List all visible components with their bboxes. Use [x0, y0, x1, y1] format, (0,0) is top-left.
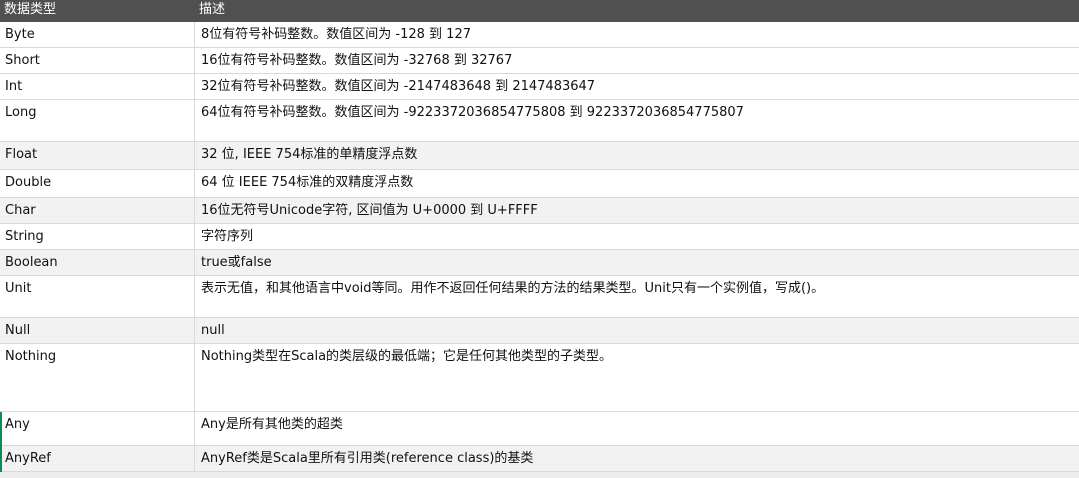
type-cell: Double [0, 170, 195, 197]
description-cell: 16位无符号Unicode字符, 区间值为 U+0000 到 U+FFFF [201, 203, 538, 218]
type-cell: String [0, 224, 195, 249]
table-row: Long 64位有符号补码整数。数值区间为 -92233720368547758… [0, 100, 1079, 142]
table-row: Float 32 位, IEEE 754标准的单精度浮点数 [0, 142, 1079, 170]
table-row: Char 16位无符号Unicode字符, 区间值为 U+0000 到 U+FF… [0, 198, 1079, 224]
description-cell: 16位有符号补码整数。数值区间为 -32768 到 32767 [201, 53, 513, 68]
table-header: 数据类型 描述 [0, 0, 1079, 20]
header-description: 描述 [199, 2, 226, 17]
bottom-strip [0, 472, 1079, 478]
description-cell: 8位有符号补码整数。数值区间为 -128 到 127 [201, 27, 471, 42]
data-types-table: 数据类型 描述 Byte 8位有符号补码整数。数值区间为 -128 到 127 … [0, 0, 1079, 478]
table-row: Double 64 位 IEEE 754标准的双精度浮点数 [0, 170, 1079, 198]
description-cell: Nothing类型在Scala的类层级的最低端；它是任何其他类型的子类型。 [201, 349, 613, 364]
description-cell: 64 位 IEEE 754标准的双精度浮点数 [201, 175, 414, 190]
table-row: Unit 表示无值，和其他语言中void等同。用作不返回任何结果的方法的结果类型… [0, 276, 1079, 318]
table-row: Any Any是所有其他类的超类 [0, 412, 1079, 446]
table-row: Short 16位有符号补码整数。数值区间为 -32768 到 32767 [0, 48, 1079, 74]
type-cell: Float [0, 142, 195, 169]
left-accent-edge [0, 412, 2, 478]
description-cell: null [201, 323, 225, 338]
description-cell: true或false [201, 255, 272, 270]
table-row: Nothing Nothing类型在Scala的类层级的最低端；它是任何其他类型… [0, 344, 1079, 412]
description-cell: 32 位, IEEE 754标准的单精度浮点数 [201, 147, 418, 162]
type-cell: Any [0, 412, 195, 445]
description-cell: 64位有符号补码整数。数值区间为 -9223372036854775808 到 … [201, 105, 744, 120]
type-cell: Nothing [0, 344, 195, 411]
table-row: Int 32位有符号补码整数。数值区间为 -2147483648 到 21474… [0, 74, 1079, 100]
type-cell: Char [0, 198, 195, 223]
description-cell: Any是所有其他类的超类 [201, 417, 343, 432]
type-cell: Short [0, 48, 195, 73]
table-row: Null null [0, 318, 1079, 344]
type-cell: Boolean [0, 250, 195, 275]
table-row: String 字符序列 [0, 224, 1079, 250]
type-cell: Int [0, 74, 195, 99]
type-cell: Unit [0, 276, 195, 317]
header-type: 数据类型 [4, 2, 57, 17]
description-cell: 表示无值，和其他语言中void等同。用作不返回任何结果的方法的结果类型。Unit… [201, 281, 825, 296]
description-cell: 32位有符号补码整数。数值区间为 -2147483648 到 214748364… [201, 79, 596, 94]
type-cell: Long [0, 100, 195, 141]
table-row: Boolean true或false [0, 250, 1079, 276]
type-cell: Byte [0, 22, 195, 47]
type-cell: AnyRef [0, 446, 195, 471]
description-cell: 字符序列 [201, 229, 254, 244]
description-cell: AnyRef类是Scala里所有引用类(reference class)的基类 [201, 451, 534, 466]
table-row: Byte 8位有符号补码整数。数值区间为 -128 到 127 [0, 22, 1079, 48]
table-row: AnyRef AnyRef类是Scala里所有引用类(reference cla… [0, 446, 1079, 472]
type-cell: Null [0, 318, 195, 343]
